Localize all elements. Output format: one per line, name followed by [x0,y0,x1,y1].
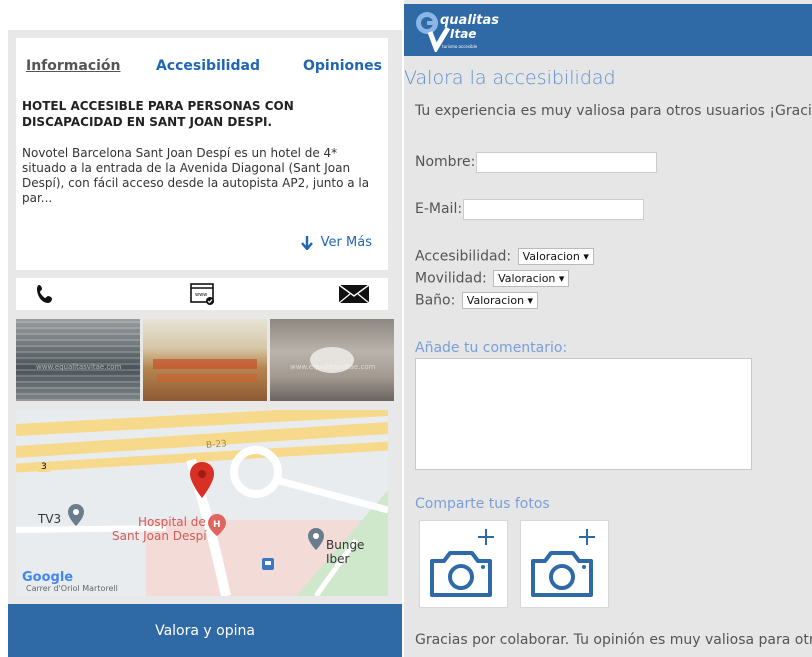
movilidad-select[interactable]: Valoracion ▾ [493,270,570,287]
website-icon[interactable]: www [190,282,216,306]
email-input[interactable] [463,199,644,220]
tab-accesibilidad[interactable]: Accesibilidad [156,58,260,74]
svg-text:www: www [195,292,207,298]
arrow-down-icon [300,235,313,250]
comment-label: Añade tu comentario: [415,340,568,356]
info-card: Información Accesibilidad Opiniones HOTE… [16,38,388,270]
photo-watermark: www.equalitasvitae.com [36,363,122,371]
equalitas-vitae-logo[interactable]: qualitas Itae turismo accesible [414,8,518,52]
site-header: qualitas Itae turismo accesible [404,4,812,56]
add-photo-button[interactable] [419,520,508,608]
svg-text:H: H [213,520,221,530]
comment-textarea[interactable] [415,358,752,470]
valora-opina-button[interactable]: Valora y opina [8,604,402,657]
map-roads [16,410,388,596]
poi-pin-icon [308,528,324,550]
accesibilidad-select[interactable]: Valoracion ▾ [517,248,594,265]
place-bunge: Bunge Iber [326,538,365,566]
movilidad-row: Movilidad: Valoracion ▾ [415,270,570,287]
form-title: Valora la accesibilidad [404,67,616,89]
photos-label: Comparte tus fotos [415,496,550,512]
form-footer-text: Gracias por colaborar. Tu opinión es muy… [415,632,812,648]
road-number-label: 3 [38,462,50,472]
gallery-photo[interactable]: www.equalitasvitae.com [16,319,140,401]
logo-text-itae: Itae [450,27,476,41]
hotel-description: Novotel Barcelona Sant Joan Despí es un … [22,146,370,205]
email-icon[interactable] [338,282,370,306]
road-b23-label: B-23 [205,439,228,451]
add-camera-icon [531,529,595,597]
gallery-photo[interactable] [143,319,267,401]
bano-select[interactable]: Valoracion ▾ [461,292,539,309]
movilidad-label: Movilidad: [415,270,487,287]
ver-mas-label: Ver Más [320,235,372,250]
rating-form-panel: qualitas Itae turismo accesible Valora l… [404,0,812,657]
photo-gallery: www.equalitasvitae.com www.equalitasvita… [16,319,394,401]
hospital-icon: H [208,514,226,536]
place-hospital-line1: Hospital de [138,515,206,529]
phone-icon[interactable] [34,282,58,306]
photo-watermark: www.equalitasvitae.com [290,363,376,371]
accesibilidad-label: Accesibilidad: [415,248,512,265]
bano-label: Baño: [415,292,456,309]
hotel-title: HOTEL ACCESIBLE PARA PERSONAS CON DISCAP… [22,99,294,129]
poi-pin-icon [68,504,84,526]
tab-informacion[interactable]: Información [26,58,121,74]
logo-text-qualitas: qualitas [440,13,499,28]
email-label: E-Mail: [415,201,463,217]
google-logo: Google [22,570,74,585]
tab-opiniones[interactable]: Opiniones [303,58,382,74]
hotel-detail-panel: Información Accesibilidad Opiniones HOTE… [0,0,404,657]
ver-mas-link[interactable]: Ver Más [300,235,372,250]
location-map[interactable]: 3 B-23 TV3 Hospital de Sant Joan Despí H… [16,410,388,596]
map-pin-icon[interactable] [190,462,214,498]
gallery-photo[interactable]: www.equalitasvitae.com [270,319,394,401]
nombre-label: Nombre: [415,154,476,170]
contact-bar: www [16,278,388,310]
street-label: Carrer d'Oriol Martorell [26,584,118,593]
bano-row: Baño: Valoracion ▾ [415,292,539,309]
place-tv3: TV3 [38,512,62,526]
accesibilidad-row: Accesibilidad: Valoracion ▾ [415,248,594,265]
add-camera-icon [430,529,494,597]
logo-tagline: turismo accesible [442,44,478,49]
bus-stop-icon [262,558,274,570]
nombre-input[interactable] [476,152,657,173]
place-hospital-line2: Sant Joan Despí [112,529,207,543]
form-intro: Tu experiencia es muy valiosa para otros… [415,103,812,119]
add-photo-button[interactable] [520,520,609,608]
